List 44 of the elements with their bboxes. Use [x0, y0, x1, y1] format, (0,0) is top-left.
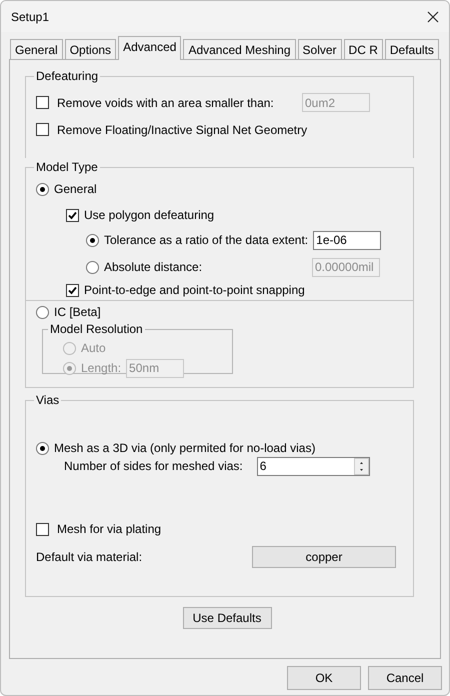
radio-button[interactable] [36, 182, 49, 196]
material-button[interactable]: copper [252, 546, 396, 568]
tab[interactable]: General [10, 39, 63, 59]
tab[interactable]: Advanced Meshing [183, 39, 296, 59]
radio-button[interactable] [86, 234, 99, 246]
radio-button[interactable] [36, 306, 49, 318]
window-title: Setup1 [11, 8, 50, 26]
radio-label: Auto [81, 340, 106, 357]
checkbox-label: Mesh for via plating [57, 521, 162, 538]
group-title: Vias [35, 392, 60, 409]
field-label: Default via material: [36, 549, 144, 566]
radio-label: IC [Beta] [54, 304, 101, 321]
check-icon [68, 210, 77, 220]
dialog-button[interactable]: Cancel [368, 666, 442, 690]
radio-label: Tolerance as a ratio of the data extent: [104, 232, 308, 249]
checkbox-label: Point-to-edge and point-to-point snapping [84, 282, 305, 299]
tab[interactable]: Defaults [384, 39, 439, 59]
radio-label: Length: [81, 360, 122, 377]
use-defaults-button[interactable]: Use Defaults [182, 607, 272, 629]
checkbox[interactable] [66, 284, 79, 296]
group-title: Model Type [35, 159, 99, 176]
group-title: Model Resolution [49, 321, 144, 338]
checkbox-label: Remove voids with an area smaller than: [57, 94, 274, 112]
close-icon[interactable] [427, 10, 439, 22]
dialog-button[interactable]: OK [287, 666, 361, 690]
tab[interactable]: Solver [298, 39, 342, 59]
radio-button[interactable] [36, 442, 49, 454]
checkbox-label: Remove Floating/Inactive Signal Net Geometry [57, 122, 308, 138]
radio-label: Mesh as a 3D via (only permited for no-load vias) [54, 440, 316, 457]
radio-label: General [54, 181, 97, 198]
field-label: Number of sides for meshed vias: [64, 458, 243, 475]
checkbox[interactable] [36, 522, 49, 536]
tab[interactable]: DC R [344, 39, 383, 59]
tab[interactable]: Options [64, 39, 116, 59]
checkbox-label: Use polygon defeaturing [84, 207, 214, 224]
checkbox[interactable] [66, 208, 79, 222]
spinner-arrows-icon[interactable] [354, 458, 369, 474]
radio-label: Absolute distance: [104, 259, 202, 276]
spinner-field[interactable]: 6 [256, 456, 370, 476]
tab[interactable]: Advanced [118, 36, 182, 60]
check-icon [68, 286, 77, 294]
group-title: Defeaturing [35, 68, 100, 85]
checkbox[interactable] [36, 123, 49, 136]
input-field[interactable]: 1e-06 [313, 230, 382, 250]
